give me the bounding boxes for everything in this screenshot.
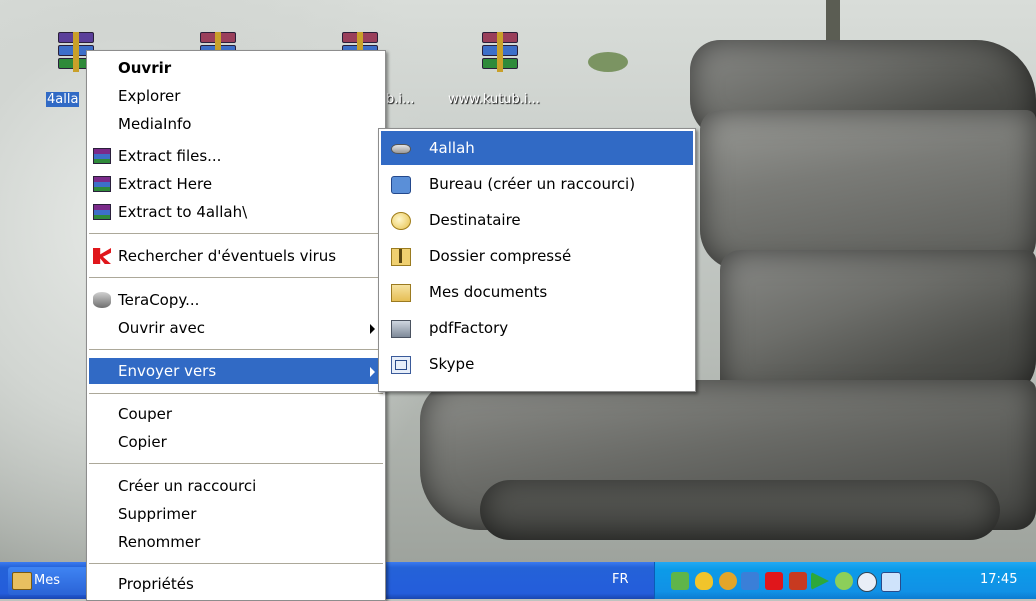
menu-item-ouvrir-avec[interactable]: Ouvrir avec xyxy=(89,315,383,341)
folder-icon xyxy=(12,572,32,590)
menu-separator xyxy=(89,563,383,564)
teracopy-icon xyxy=(93,292,111,308)
connection-icon[interactable] xyxy=(741,572,759,590)
menu-item-creer-raccourci[interactable]: Créer un raccourci xyxy=(89,473,383,499)
language-indicator[interactable]: FR xyxy=(612,572,629,587)
wallpaper-tree xyxy=(826,0,840,40)
menu-item-label: Extract files... xyxy=(118,147,222,165)
menu-item-teracopy[interactable]: TeraCopy... xyxy=(89,287,383,313)
menu-separator xyxy=(89,277,383,278)
wallpaper-foliage xyxy=(588,52,628,72)
menu-item-couper[interactable]: Couper xyxy=(89,401,383,427)
desktop-icon-label[interactable]: b.i... xyxy=(386,92,414,107)
desktop-icon-label[interactable]: 4alla xyxy=(46,92,80,107)
menu-item-label: Couper xyxy=(118,405,173,423)
menu-item-label: Bureau (créer un raccourci) xyxy=(429,175,636,193)
send-to-submenu: 4allah Bureau (créer un raccourci) Desti… xyxy=(378,128,696,392)
wallpaper-rock xyxy=(720,250,1036,400)
zip-folder-icon xyxy=(391,248,411,266)
menu-separator xyxy=(89,233,383,234)
menu-item-scan-virus[interactable]: Rechercher d'éventuels virus xyxy=(89,243,383,269)
menu-item-proprietes[interactable]: Propriétés xyxy=(89,571,383,597)
menu-item-explorer[interactable]: Explorer xyxy=(89,83,383,109)
menu-separator xyxy=(89,349,383,350)
system-tray xyxy=(654,562,1036,599)
desktop-icon-label[interactable]: www.kutub.i... xyxy=(448,92,540,107)
menu-item-label: Extract Here xyxy=(118,175,213,193)
menu-item-renommer[interactable]: Renommer xyxy=(89,529,383,555)
send-to-destinataire[interactable]: Destinataire xyxy=(381,203,693,237)
send-to-dossier-compresse[interactable]: Dossier compressé xyxy=(381,239,693,273)
messenger-icon[interactable] xyxy=(719,572,737,590)
menu-item-label: Dossier compressé xyxy=(429,247,572,265)
menu-item-label: Rechercher d'éventuels virus xyxy=(118,247,337,265)
menu-item-label: Extract to 4allah\ xyxy=(118,203,248,221)
menu-item-label: Propriétés xyxy=(118,575,194,593)
send-to-4allah[interactable]: 4allah xyxy=(381,131,693,165)
menu-item-label: Envoyer vers xyxy=(118,362,217,380)
kaspersky-icon xyxy=(93,248,111,264)
menu-item-label: Renommer xyxy=(118,533,201,551)
menu-item-label: Mes documents xyxy=(429,283,548,301)
security-shield-icon[interactable] xyxy=(695,572,713,590)
taskbar-button-label: Mes xyxy=(34,573,60,588)
send-to-bureau[interactable]: Bureau (créer un raccourci) xyxy=(381,167,693,201)
printer-icon xyxy=(391,320,411,338)
menu-item-extract-to[interactable]: Extract to 4allah\ xyxy=(89,199,383,225)
submenu-arrow-icon xyxy=(370,367,375,377)
menu-item-label: TeraCopy... xyxy=(118,291,200,309)
send-to-skype[interactable]: Skype xyxy=(381,347,693,381)
menu-item-label: Skype xyxy=(429,355,475,373)
volume-icon[interactable] xyxy=(789,572,807,590)
menu-item-label: MediaInfo xyxy=(118,115,192,133)
menu-item-label: Ouvrir avec xyxy=(118,319,206,337)
menu-item-copier[interactable]: Copier xyxy=(89,429,383,455)
desktop-icon xyxy=(391,176,411,194)
winrar-icon xyxy=(93,148,111,164)
my-documents-icon xyxy=(391,284,411,302)
menu-item-extract-here[interactable]: Extract Here xyxy=(89,171,383,197)
send-to-mes-documents[interactable]: Mes documents xyxy=(381,275,693,309)
menu-item-label: Destinataire xyxy=(429,211,521,229)
menu-item-label: 4allah xyxy=(429,139,475,157)
wallpaper-rock xyxy=(480,480,1000,540)
menu-separator xyxy=(89,393,383,394)
menu-item-mediainfo[interactable]: MediaInfo xyxy=(89,111,383,137)
winrar-archive-icon xyxy=(482,32,518,72)
menu-item-extract-files[interactable]: Extract files... xyxy=(89,143,383,169)
context-menu: Ouvrir Explorer MediaInfo Extract files.… xyxy=(86,50,386,601)
media-play-icon[interactable] xyxy=(811,572,829,590)
menu-item-ouvrir[interactable]: Ouvrir xyxy=(89,55,383,81)
menu-item-label: Ouvrir xyxy=(118,59,172,77)
skype-icon xyxy=(391,356,411,374)
network-icon[interactable] xyxy=(671,572,689,590)
winrar-icon xyxy=(93,204,111,220)
send-to-pdffactory[interactable]: pdfFactory xyxy=(381,311,693,345)
clock[interactable]: 17:45 xyxy=(980,572,1017,587)
menu-item-supprimer[interactable]: Supprimer xyxy=(89,501,383,527)
menu-item-label: Créer un raccourci xyxy=(118,477,257,495)
wallpaper-rock xyxy=(700,110,1036,270)
menu-item-label: Copier xyxy=(118,433,167,451)
update-icon[interactable] xyxy=(835,572,853,590)
display-icon[interactable] xyxy=(881,572,901,592)
menu-item-label: Explorer xyxy=(118,87,181,105)
menu-item-envoyer-vers[interactable]: Envoyer vers xyxy=(89,358,383,384)
menu-item-label: Supprimer xyxy=(118,505,197,523)
clock-utility-icon[interactable] xyxy=(857,572,877,592)
winrar-icon xyxy=(93,176,111,192)
menu-separator xyxy=(89,463,383,464)
menu-item-label: pdfFactory xyxy=(429,319,509,337)
submenu-arrow-icon xyxy=(370,324,375,334)
mail-recipient-icon xyxy=(391,212,411,230)
drive-icon xyxy=(391,144,411,154)
kaspersky-icon[interactable] xyxy=(765,572,783,590)
